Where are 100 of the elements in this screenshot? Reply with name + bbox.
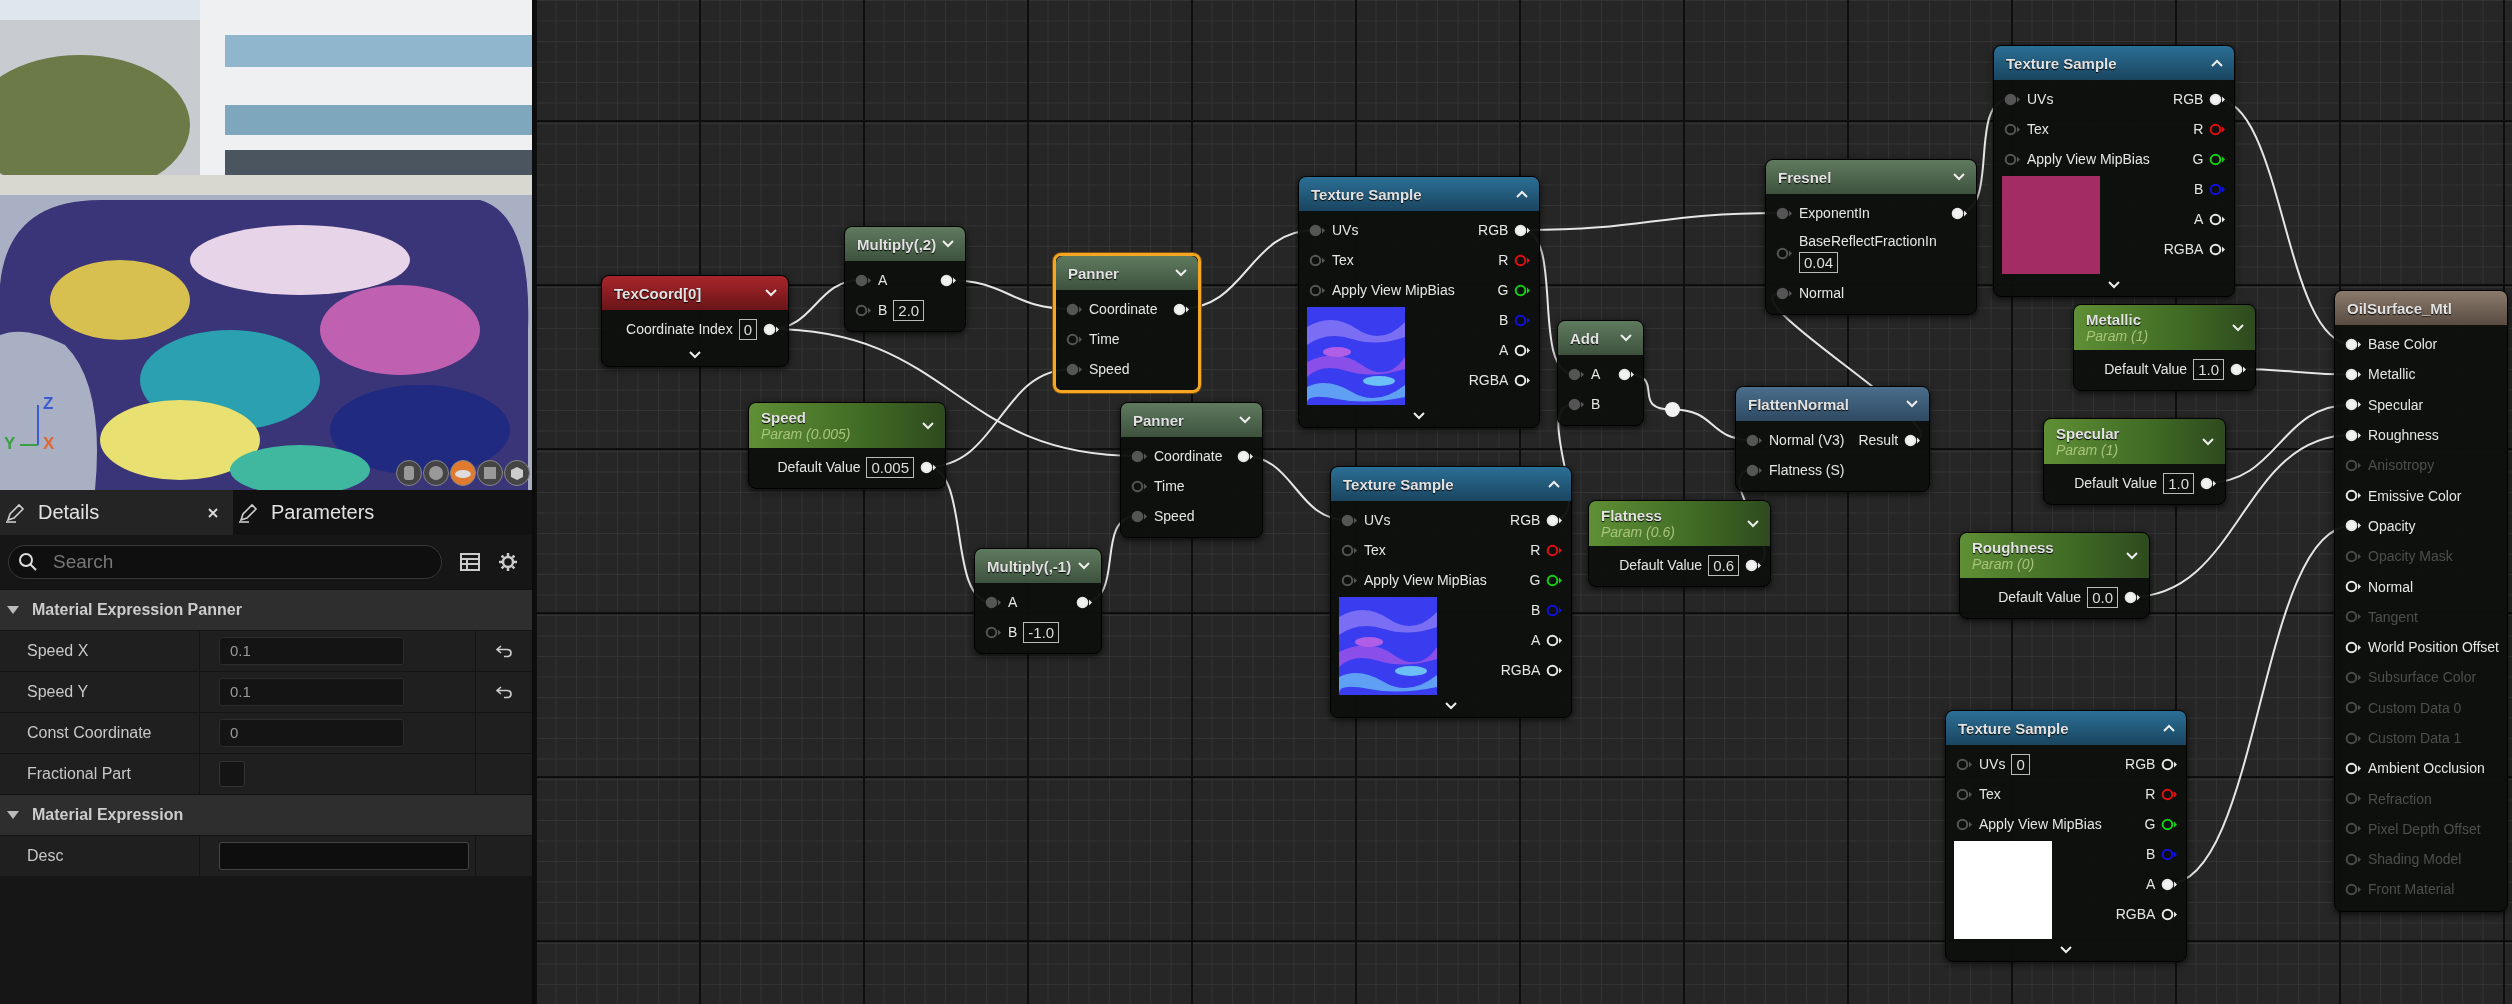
graph-node[interactable]: TexCoord[0] Coordinate Index 0: [601, 275, 789, 367]
graph-node[interactable]: Panner Coordinate Time Speed: [1053, 253, 1201, 393]
input-pin[interactable]: [2345, 428, 2362, 442]
reset-arrow-icon[interactable]: [495, 685, 513, 699]
input-pin[interactable]: [1131, 479, 1148, 493]
input-pin[interactable]: [1956, 757, 1973, 771]
panel-tab[interactable]: Details: [0, 490, 233, 535]
input-pin[interactable]: [2345, 701, 2362, 715]
input-pin[interactable]: [1746, 463, 1763, 477]
graph-node[interactable]: Multiply(,2) A B 2.0: [844, 226, 966, 332]
output-pin[interactable]: [1618, 367, 1635, 381]
input-pin[interactable]: [985, 595, 1002, 609]
chevron-up-icon[interactable]: [2210, 58, 2225, 68]
input-pin[interactable]: [1131, 449, 1148, 463]
output-pin[interactable]: [1076, 595, 1093, 609]
input-pin[interactable]: [1776, 286, 1793, 300]
checkbox[interactable]: [219, 761, 245, 787]
chevron-down-icon[interactable]: [2059, 945, 2074, 955]
chevron-up-icon[interactable]: [1515, 189, 1530, 199]
input-pin[interactable]: [2004, 92, 2021, 106]
input-pin[interactable]: [985, 625, 1002, 639]
input-pin[interactable]: [2345, 458, 2362, 472]
value-field[interactable]: 2.0: [893, 299, 925, 321]
output-pin[interactable]: [1546, 663, 1564, 677]
graph-node[interactable]: Flatness Param (0.6) Default Value 0.6: [1588, 500, 1771, 587]
chevron-down-icon[interactable]: [1412, 411, 1427, 421]
input-pin[interactable]: [2345, 731, 2362, 745]
search-field[interactable]: Search: [8, 545, 442, 579]
graph-node[interactable]: Multiply(,-1) A B -1.0: [974, 548, 1102, 654]
input-pin[interactable]: [2345, 398, 2362, 412]
input-pin[interactable]: [2345, 640, 2362, 654]
chevron-down-icon[interactable]: [1444, 701, 1459, 711]
chevron-up-icon[interactable]: [1547, 479, 1562, 489]
table-icon[interactable]: [460, 553, 480, 571]
output-pin[interactable]: [2161, 907, 2179, 921]
input-pin[interactable]: [1309, 283, 1326, 297]
input-pin[interactable]: [1341, 543, 1358, 557]
input-pin[interactable]: [1066, 362, 1083, 376]
text-field[interactable]: [219, 842, 469, 870]
value-field[interactable]: 0: [2011, 753, 2030, 775]
graph-node[interactable]: Specular Param (1) Default Value 1.0: [2043, 418, 2226, 505]
input-pin[interactable]: [2345, 761, 2362, 775]
value-field[interactable]: 1.0: [2163, 472, 2194, 494]
input-pin[interactable]: [855, 303, 872, 317]
output-pin[interactable]: [1514, 223, 1532, 237]
input-pin[interactable]: [1956, 787, 1973, 801]
input-pin[interactable]: [2345, 883, 2362, 896]
value-field[interactable]: 0: [738, 318, 757, 340]
output-pin[interactable]: [2209, 92, 2227, 106]
input-pin[interactable]: [1309, 223, 1326, 237]
input-pin[interactable]: [2345, 822, 2362, 836]
input-pin[interactable]: [1776, 246, 1793, 260]
chevron-up-icon[interactable]: [2162, 723, 2177, 733]
close-icon[interactable]: [207, 506, 219, 519]
section-header[interactable]: Material Expression: [0, 794, 532, 835]
settings-icon[interactable]: [498, 552, 518, 572]
graph-node[interactable]: Fresnel ExponentIn BaseReflectFractionIn 0.04 Normal: [1765, 159, 1977, 315]
output-pin[interactable]: [1546, 633, 1564, 647]
input-pin[interactable]: [2004, 122, 2021, 136]
output-pin[interactable]: [2200, 476, 2217, 490]
graph-node[interactable]: Add A B: [1557, 320, 1644, 426]
value-field[interactable]: 0.005: [866, 456, 914, 478]
input-pin[interactable]: [1066, 332, 1083, 346]
input-pin[interactable]: [855, 273, 872, 287]
number-field[interactable]: 0: [219, 719, 404, 747]
output-pin[interactable]: [2230, 362, 2247, 376]
value-field[interactable]: -1.0: [1023, 621, 1060, 643]
output-pin[interactable]: [2209, 152, 2227, 166]
input-pin[interactable]: [1341, 573, 1358, 587]
graph-node[interactable]: [2334, 290, 2508, 912]
value-field[interactable]: 1.0: [2193, 358, 2224, 380]
input-pin[interactable]: [1341, 513, 1358, 527]
input-pin[interactable]: [2345, 580, 2362, 593]
input-pin[interactable]: [1131, 509, 1148, 523]
value-field[interactable]: 0.0: [2087, 586, 2118, 608]
chevron-down-icon[interactable]: [2201, 436, 2215, 447]
input-pin[interactable]: [2345, 367, 2362, 381]
chevron-down-icon[interactable]: [764, 288, 778, 298]
output-pin[interactable]: [1514, 343, 1532, 357]
output-pin[interactable]: [1514, 373, 1532, 387]
input-pin[interactable]: [1956, 817, 1973, 831]
output-pin[interactable]: [2209, 242, 2227, 256]
input-pin[interactable]: [1309, 253, 1326, 267]
chevron-down-icon[interactable]: [2107, 280, 2122, 290]
input-pin[interactable]: [2345, 337, 2362, 351]
reroute-knot[interactable]: [1665, 402, 1680, 417]
output-pin[interactable]: [1950, 206, 1968, 220]
graph-node[interactable]: Panner Coordinate Time Speed: [1120, 402, 1263, 538]
chevron-down-icon[interactable]: [2125, 550, 2139, 561]
output-pin[interactable]: [2209, 212, 2227, 226]
output-pin[interactable]: [1173, 302, 1190, 316]
number-field[interactable]: 0.1: [219, 637, 404, 665]
output-pin[interactable]: [2124, 590, 2141, 604]
input-pin[interactable]: [1776, 206, 1793, 220]
output-pin[interactable]: [1904, 433, 1922, 447]
graph-node[interactable]: Speed Param (0.005) Default Value 0.005: [748, 402, 946, 489]
graph-node[interactable]: FlattenNormal Normal (V3) Flatness (S) Result: [1735, 386, 1931, 492]
graph-node[interactable]: Texture Sample UVs Tex Apply View MipBias RGB R G B A RGBA: [1330, 466, 1573, 718]
input-pin[interactable]: [2345, 489, 2362, 503]
graph-node[interactable]: Metallic Param (1) Default Value 1.0: [2073, 304, 2256, 391]
